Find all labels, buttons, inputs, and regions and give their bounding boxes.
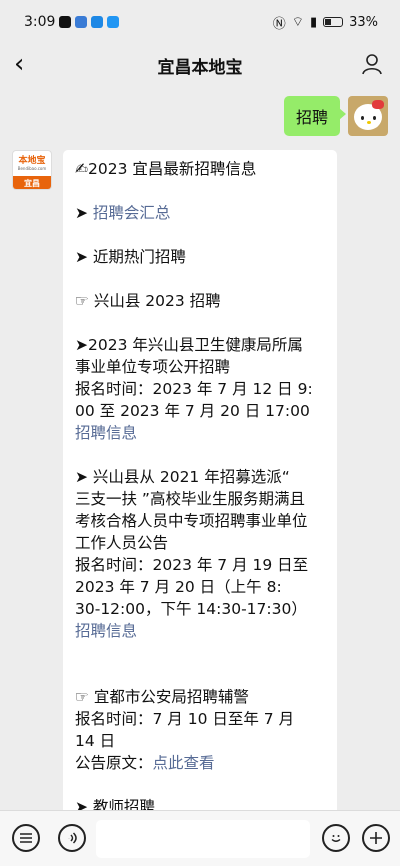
nfc-icon: Ⓝ — [272, 16, 286, 32]
message-input[interactable] — [96, 820, 310, 858]
message-line: ☞ 宜都市公安局招聘辅警 — [75, 688, 249, 706]
bullet: ➤ — [75, 204, 93, 222]
back-icon[interactable]: ‹ — [14, 51, 24, 77]
status-left: 3:09 — [24, 14, 120, 30]
message-line: ➤2023 年兴山县卫生健康局所属 — [75, 336, 303, 354]
message-line: 公告原文：点此查看 — [75, 752, 327, 774]
menu-icon[interactable] — [12, 824, 40, 852]
bot-avatar-top: 本地宝 Bendibao.com — [13, 151, 51, 176]
chat-header: ‹ 宜昌本地宝 — [0, 44, 400, 86]
battery-icon — [323, 17, 344, 27]
battery-level: 33% — [349, 14, 378, 30]
bot-avatar[interactable]: 本地宝 Bendibao.com 宜昌 — [12, 150, 52, 190]
message-line: ➤ 招聘会汇总 — [75, 202, 327, 224]
message-line: ☞ 兴山县 2023 招聘 — [75, 292, 221, 310]
message-line: 30-12:00，下午 14:30-17:30） — [75, 600, 307, 618]
user-icon[interactable] — [360, 52, 384, 76]
voice-icon[interactable] — [58, 824, 86, 852]
bow-icon — [372, 100, 384, 109]
status-time: 3:09 — [24, 14, 56, 30]
incoming-bubble: ✍2023 宜昌最新招聘信息 ➤ 招聘会汇总 ➤ 近期热门招聘 ☞ 兴山县 20… — [63, 150, 337, 866]
recruit-info-link[interactable]: 招聘信息 — [75, 620, 327, 642]
message-line: 三支一扶 ”高校毕业生服务期满且 — [75, 490, 305, 508]
emoji-icon[interactable] — [322, 824, 350, 852]
alert-icon: ▮ — [309, 14, 318, 30]
message-line: 报名时间：2023 年 7 月 12 日 9: — [75, 380, 313, 398]
bot-logo: 本地宝 — [18, 156, 46, 166]
bot-city: 宜昌 — [13, 176, 51, 189]
message-line: 考核合格人员中专项招聘事业单位 — [75, 512, 308, 530]
message-line: 2023 年 7 月 20 日（上午 8: — [75, 578, 282, 596]
message-title: ✍2023 宜昌最新招聘信息 — [75, 160, 257, 178]
outgoing-bubble[interactable]: 招聘 — [283, 96, 347, 136]
shield-icon — [75, 16, 88, 28]
search-app-icon — [107, 16, 120, 28]
nose-icon — [367, 121, 371, 124]
eye-icon — [361, 116, 364, 120]
status-bar: 3:09 Ⓝ ⌔ ▮ 33% — [0, 0, 400, 44]
plus-icon[interactable] — [362, 824, 390, 852]
input-bar — [0, 810, 400, 866]
notice-label: 公告原文： — [75, 754, 153, 772]
message-line: 工作人员公告 — [75, 534, 169, 552]
bot-url: Bendibao.com — [17, 166, 47, 171]
eye-icon — [373, 116, 376, 120]
tiktok-icon — [59, 16, 72, 28]
status-right: Ⓝ ⌔ ▮ 33% — [273, 13, 378, 32]
outgoing-message: 招聘 — [283, 96, 388, 136]
message-line: ➤ 近期热门招聘 — [75, 248, 186, 266]
message-line: ➤ 兴山县从 2021 年招募选派“ — [75, 468, 290, 486]
my-avatar[interactable] — [348, 96, 388, 136]
message-line: 报名时间：7 月 10 日至年 7 月 — [75, 710, 295, 728]
message-line: 00 至 2023 年 7 月 20 日 17:00 — [75, 402, 310, 420]
message-line: 报名时间：2023 年 7 月 19 日至 — [75, 556, 309, 574]
job-fair-link[interactable]: 招聘会汇总 — [93, 204, 171, 222]
recruit-info-link[interactable]: 招聘信息 — [75, 422, 327, 444]
app-icon — [91, 16, 104, 28]
chat-title: 宜昌本地宝 — [157, 57, 243, 78]
message-line: 14 日 — [75, 732, 116, 750]
message-line: 事业单位专项公开招聘 — [75, 358, 231, 376]
wifi-icon: ⌔ — [291, 15, 304, 30]
view-notice-link[interactable]: 点此查看 — [153, 754, 215, 772]
